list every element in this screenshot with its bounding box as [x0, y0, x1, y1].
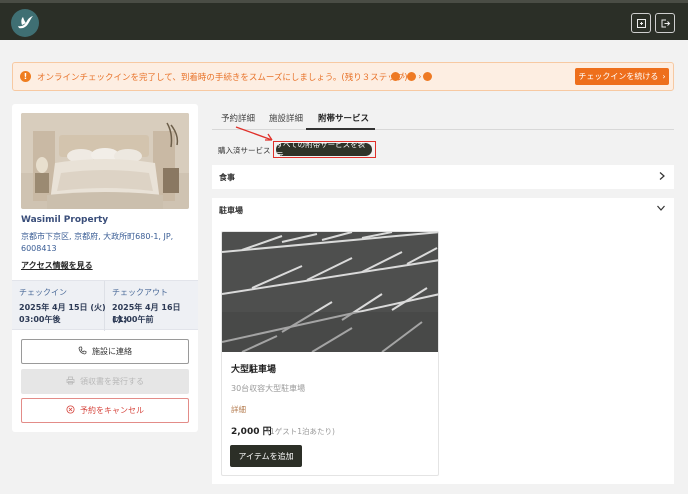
step-indicator: › ›: [391, 72, 433, 81]
section-meals-label: 食事: [219, 173, 235, 182]
continue-checkin-label: チェックインを続ける: [578, 72, 659, 81]
annotation-highlight-box: [273, 141, 376, 158]
active-tab-indicator: [306, 128, 375, 130]
property-photo: [21, 113, 189, 209]
tab-facility-details[interactable]: 施設詳細: [269, 112, 303, 124]
parking-lot-photo: [222, 232, 438, 353]
step-dot-icon: [407, 72, 417, 81]
section-parking-label: 駐車場: [219, 206, 243, 215]
cancel-reservation-button[interactable]: 予約をキャンセル: [21, 398, 189, 423]
parking-item-title: 大型駐車場: [231, 365, 277, 375]
checkout-time: 11:00午前: [112, 315, 154, 324]
chevron-right-icon: ›: [662, 72, 666, 81]
top-header: [0, 0, 688, 40]
parking-item-price: 2,000 円: [231, 427, 272, 437]
checkin-time: 03:00午後: [19, 315, 61, 324]
parking-item-detail-link[interactable]: 詳細: [231, 404, 246, 415]
contact-property-button[interactable]: 施設に連絡: [21, 339, 189, 364]
tab-reservation-details[interactable]: 予約詳細: [221, 112, 255, 124]
tab-extra-services[interactable]: 附帯サービス: [318, 112, 369, 124]
checkout-label: チェックアウト: [112, 288, 168, 297]
phone-icon: [78, 346, 87, 357]
logout-icon[interactable]: [655, 13, 675, 33]
receipt-icon[interactable]: [631, 13, 651, 33]
parking-item-price-note: (1ゲスト1泊あたり): [267, 427, 335, 436]
access-info-link[interactable]: アクセス情報を見る: [21, 260, 93, 271]
parking-item-description: 30台収容大型駐車場: [231, 384, 306, 393]
cancel-circle-icon: [66, 405, 75, 416]
banner-message: オンラインチェックインを完了して、到着時の手続きをスムーズにしましょう。(残り３…: [37, 73, 408, 83]
add-item-button[interactable]: アイテムを追加: [230, 445, 302, 467]
purchased-services-filter[interactable]: 購入済サービス: [218, 145, 271, 156]
checkin-date: 2025年 4月 15日 (火): [19, 303, 106, 312]
section-parking[interactable]: 駐車場: [212, 198, 674, 222]
printer-icon: [66, 376, 75, 387]
property-card: Wasimil Property 京都市下京区, 京都府, 大政所町680-1,…: [12, 104, 198, 432]
parking-item-card: 大型駐車場 30台収容大型駐車場 詳細 2,000 円 (1ゲスト1泊あたり) …: [221, 231, 439, 476]
chevron-right-icon: [658, 171, 666, 184]
receipt-label: 領収書を発行する: [80, 377, 144, 386]
checkin-banner: ! オンラインチェックインを完了して、到着時の手続きをスムーズにしましょう。(残…: [12, 62, 674, 91]
cancel-label: 予約をキャンセル: [80, 406, 144, 415]
property-address: 京都市下京区, 京都府, 大政所町680-1, JP, 6008413: [21, 232, 174, 253]
chevron-down-icon: [656, 204, 666, 215]
alert-icon: !: [20, 71, 31, 82]
checkin-label: チェックイン: [19, 288, 67, 297]
contact-label: 施設に連絡: [92, 347, 132, 356]
tab-bar: 予約詳細 施設詳細 附帯サービス: [212, 104, 674, 130]
step-dot-icon: [391, 72, 400, 81]
section-meals[interactable]: 食事: [212, 165, 674, 189]
bird-logo-icon[interactable]: [11, 9, 39, 37]
continue-checkin-button[interactable]: チェックインを続ける ›: [575, 68, 669, 85]
step-dot-icon: [423, 72, 433, 81]
issue-receipt-button[interactable]: 領収書を発行する: [21, 369, 189, 394]
stay-dates: チェックイン 2025年 4月 15日 (火) 03:00午後 チェックアウト …: [12, 280, 198, 331]
property-name: Wasimil Property: [21, 215, 109, 225]
